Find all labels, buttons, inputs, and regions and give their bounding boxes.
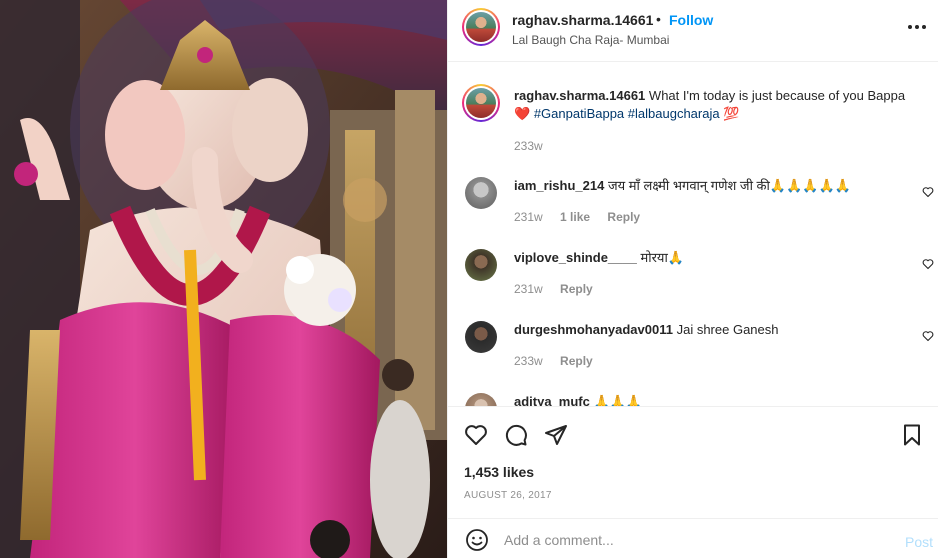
comment-body: जय माँ लक्ष्मी भगवान् गणेश जी की🙏🙏🙏🙏🙏 <box>607 178 851 193</box>
comment-body: Jai shree Ganesh <box>676 322 779 337</box>
author-avatar[interactable] <box>462 8 500 46</box>
reply-button[interactable]: Reply <box>560 282 593 296</box>
comment-body: 🙏🙏🙏 <box>593 394 643 406</box>
post-actions: 1,453 likes AUGUST 26, 2017 Post <box>448 406 938 557</box>
commenter-avatar[interactable] <box>465 393 497 406</box>
author-username[interactable]: raghav.sharma.14661 <box>512 12 653 28</box>
comments-list[interactable]: raghav.sharma.14661 What I'm today is ju… <box>448 63 938 406</box>
caption-username[interactable]: raghav.sharma.14661 <box>514 88 645 103</box>
heart-emoji: ❤️ <box>514 106 531 121</box>
reply-button[interactable]: Reply <box>607 210 640 224</box>
comment-bubble-icon[interactable] <box>504 423 528 447</box>
post-detail-panel: raghav.sharma.14661 • Follow Lal Baugh C… <box>447 0 938 558</box>
post-photo[interactable] <box>0 0 447 558</box>
comment-meta: 231w Reply <box>514 282 607 296</box>
commenter-avatar[interactable] <box>465 321 497 353</box>
caption-time[interactable]: 233w <box>514 139 543 153</box>
commenter-username[interactable]: viplove_shinde____ <box>514 250 637 265</box>
comment-meta: 233w Reply <box>514 354 607 368</box>
commenter-username[interactable]: iam_rishu_214 <box>514 178 604 193</box>
ganesh-idol-photo <box>0 0 447 558</box>
add-comment-input[interactable] <box>504 527 884 553</box>
caption-avatar[interactable] <box>462 84 500 122</box>
comment-like-heart-icon[interactable] <box>922 186 934 198</box>
comment-text: aditya_mufc 🙏🙏🙏 <box>514 393 919 406</box>
comment-text: durgeshmohanyadav0011 Jai shree Ganesh <box>514 321 919 339</box>
add-comment-bar: Post <box>448 518 938 558</box>
comment-body: मोरया🙏 <box>640 250 685 265</box>
comment-likes[interactable]: 1 like <box>560 210 590 224</box>
post-comment-button[interactable]: Post <box>905 534 933 550</box>
reply-button[interactable]: Reply <box>560 354 593 368</box>
comment-text: viplove_shinde____ मोरया🙏 <box>514 249 919 267</box>
likes-count[interactable]: 1,453 likes <box>464 464 534 480</box>
comment-time[interactable]: 231w <box>514 282 543 296</box>
commenter-avatar[interactable] <box>465 177 497 209</box>
caption-meta: 233w <box>514 139 557 153</box>
bookmark-icon[interactable] <box>900 423 924 447</box>
comment-meta: 231w 1 like Reply <box>514 210 654 224</box>
post-location[interactable]: Lal Baugh Cha Raja- Mumbai <box>512 33 669 47</box>
instagram-post-view: raghav.sharma.14661 • Follow Lal Baugh C… <box>0 0 938 558</box>
more-horizontal-icon[interactable] <box>908 22 928 32</box>
caption-text: raghav.sharma.14661 What I'm today is ju… <box>514 87 919 123</box>
hashtag-lalbaugcharaja[interactable]: #lalbaugcharaja <box>628 106 720 121</box>
comment-time[interactable]: 231w <box>514 210 543 224</box>
post-header: raghav.sharma.14661 • Follow Lal Baugh C… <box>448 0 938 62</box>
paper-plane-icon[interactable] <box>544 423 568 447</box>
caption-body: What I'm today is just because of you Ba… <box>648 88 906 103</box>
follow-button[interactable]: Follow <box>669 12 713 28</box>
comment-like-heart-icon[interactable] <box>922 258 934 270</box>
separator-dot: • <box>656 11 661 27</box>
comment-text: iam_rishu_214 जय माँ लक्ष्मी भगवान् गणेश… <box>514 177 919 195</box>
post-date[interactable]: AUGUST 26, 2017 <box>464 490 552 501</box>
commenter-username[interactable]: aditya_mufc <box>514 394 590 406</box>
commenter-username[interactable]: durgeshmohanyadav0011 <box>514 322 673 337</box>
comment-time[interactable]: 233w <box>514 354 543 368</box>
hashtag-ganpatibappa[interactable]: #GanpatiBappa <box>534 106 624 121</box>
smiley-icon[interactable] <box>465 528 489 552</box>
commenter-avatar[interactable] <box>465 249 497 281</box>
comment-like-heart-icon[interactable] <box>922 330 934 342</box>
heart-outline-icon[interactable] <box>464 423 488 447</box>
hundred-emoji: 💯 <box>723 106 740 121</box>
